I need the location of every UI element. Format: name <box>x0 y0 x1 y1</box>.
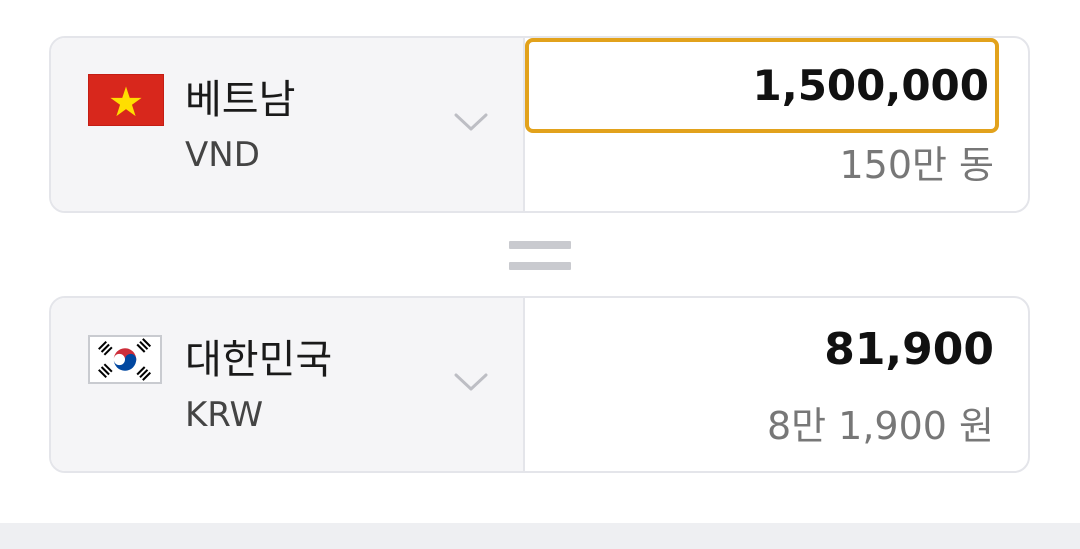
to-amount-area[interactable]: 81,900 8만 1,900 원 <box>525 298 1028 471</box>
from-currency-selector[interactable]: 베트남 VND <box>51 38 525 211</box>
from-amount-readable: 150만 동 <box>839 143 994 187</box>
chevron-down-icon[interactable] <box>453 110 489 134</box>
from-currency-row: 베트남 VND 150만 동 <box>49 36 1030 213</box>
from-amount-area: 150만 동 <box>525 38 1028 211</box>
to-currency-selector[interactable]: 대한민국 KRW <box>51 298 525 471</box>
from-amount-input[interactable] <box>525 38 999 133</box>
from-country-name: 베트남 <box>185 77 296 123</box>
south-korea-flag-icon <box>88 335 162 384</box>
to-amount-readable: 8만 1,900 원 <box>766 404 994 448</box>
vietnam-flag-icon <box>88 74 164 126</box>
to-currency-row: 대한민국 KRW 81,900 8만 1,900 원 <box>49 296 1030 473</box>
equals-icon <box>509 241 571 271</box>
to-currency-code: KRW <box>185 395 264 435</box>
bottom-divider <box>0 523 1080 549</box>
from-currency-code: VND <box>185 135 260 175</box>
to-amount-value[interactable]: 81,900 <box>824 322 994 378</box>
to-country-name: 대한민국 <box>185 337 333 383</box>
chevron-down-icon[interactable] <box>453 370 489 394</box>
